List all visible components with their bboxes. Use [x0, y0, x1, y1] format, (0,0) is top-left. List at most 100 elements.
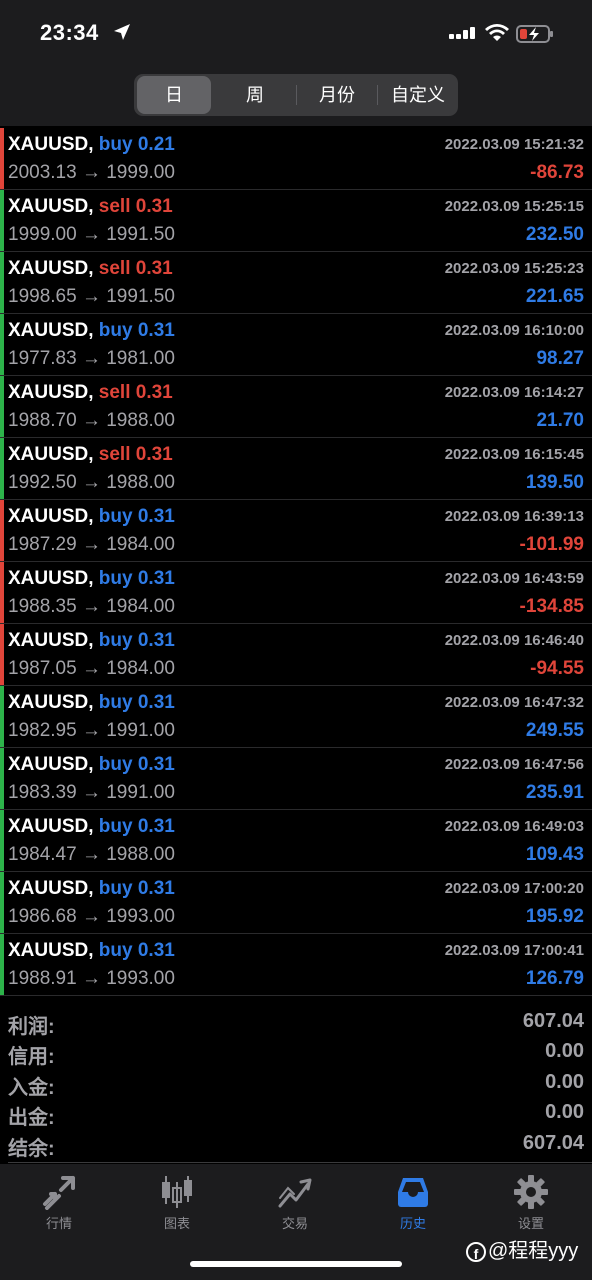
trade-prices: 1988.91 → 1993.00: [8, 968, 175, 989]
trade-result-bar: [0, 314, 4, 375]
trade-symbol-line: XAUUSD, buy 0.21: [8, 134, 175, 156]
trade-prices: 1992.50 → 1988.00: [8, 472, 175, 493]
trade-result-bar: [0, 562, 4, 623]
trade-row[interactable]: XAUUSD, buy 0.31 2022.03.09 16:10:00 1977.…: [0, 314, 592, 376]
weibo-logo-icon: f: [466, 1241, 486, 1262]
trade-symbol-line: XAUUSD, sell 0.31: [8, 196, 173, 218]
watermark-text: @程程yyy: [488, 1240, 579, 1262]
tab-quotes[interactable]: 行情: [0, 1164, 118, 1234]
trade-datetime: 2022.03.09 16:43:59: [444, 570, 584, 587]
trade-datetime: 2022.03.09 16:39:13: [444, 508, 584, 525]
trade-symbol-line: XAUUSD, buy 0.31: [8, 692, 175, 714]
trade-row[interactable]: XAUUSD, sell 0.31 2022.03.09 16:15:45 1992…: [0, 438, 592, 500]
trade-profit: -101.99: [519, 534, 584, 555]
trade-side-volume: buy 0.31: [98, 754, 175, 775]
trade-symbol: XAUUSD,: [8, 134, 94, 155]
tab-chart-label: 图表: [163, 1216, 190, 1231]
home-indicator: [190, 1261, 402, 1267]
trade-datetime: 2022.03.09 16:14:27: [444, 384, 584, 401]
trade-side-volume: buy 0.31: [98, 878, 175, 899]
summary-value: 0.00: [545, 1040, 584, 1063]
trade-result-bar: [0, 810, 4, 871]
trade-history-list: XAUUSD, buy 0.21 2022.03.09 15:21:32 2003.…: [0, 128, 592, 996]
trade-row[interactable]: XAUUSD, sell 0.31 2022.03.09 15:25:23 1998…: [0, 252, 592, 314]
trade-symbol: XAUUSD,: [8, 692, 94, 713]
tab-chart[interactable]: 图表: [118, 1164, 236, 1234]
trade-prices: 1998.65 → 1991.50: [8, 286, 175, 307]
trade-side-volume: buy 0.31: [98, 630, 175, 651]
wifi-icon: [485, 24, 509, 41]
segment-custom[interactable]: 自定义: [378, 74, 458, 116]
trade-symbol-line: XAUUSD, buy 0.31: [8, 878, 175, 900]
summary-label: 入金:: [8, 1076, 55, 1099]
trade-side-volume: buy 0.31: [98, 692, 175, 713]
summary-label: 信用:: [8, 1046, 55, 1069]
trade-symbol: XAUUSD,: [8, 630, 94, 651]
trade-prices: 1988.35 → 1984.00: [8, 596, 175, 617]
trade-symbol: XAUUSD,: [8, 940, 94, 961]
tab-trade[interactable]: 交易: [236, 1164, 354, 1234]
trade-result-bar: [0, 252, 4, 313]
trade-row[interactable]: XAUUSD, buy 0.31 2022.03.09 16:43:59 1988.…: [0, 562, 592, 624]
trade-row[interactable]: XAUUSD, buy 0.31 2022.03.09 16:47:32 1982.…: [0, 686, 592, 748]
trade-side-volume: buy 0.31: [98, 940, 175, 961]
trade-datetime: 2022.03.09 16:47:56: [444, 756, 584, 773]
trade-prices: 1986.68 → 1993.00: [8, 906, 175, 927]
trade-result-bar: [0, 500, 4, 561]
trade-profit: 195.92: [525, 906, 584, 927]
trade-row[interactable]: XAUUSD, buy 0.31 2022.03.09 16:39:13 1987.…: [0, 500, 592, 562]
trade-profit: 109.43: [525, 844, 584, 865]
trade-row[interactable]: XAUUSD, sell 0.31 2022.03.09 16:14:27 1988…: [0, 376, 592, 438]
trade-profit: 98.27: [536, 348, 584, 369]
tab-settings[interactable]: 设置: [472, 1164, 590, 1234]
trade-datetime: 2022.03.09 16:46:40: [444, 632, 584, 649]
status-bar: 23:34: [0, 0, 592, 66]
trade-side-volume: buy 0.31: [98, 506, 175, 527]
trade-symbol-line: XAUUSD, sell 0.31: [8, 444, 173, 466]
account-summary: 利润: 607.04 信用: 0.00 入金: 0.00 出金: 0.00 结余: 607.04: [0, 1008, 592, 1160]
period-header: 日 周 月份 自定义: [0, 66, 592, 126]
trade-prices: 1988.70 → 1988.00: [8, 410, 175, 431]
segment-day[interactable]: 日: [137, 76, 211, 114]
trade-symbol-line: XAUUSD, buy 0.31: [8, 630, 175, 652]
location-arrow-icon: [114, 24, 130, 40]
tab-history[interactable]: 历史: [354, 1164, 472, 1234]
trade-symbol: XAUUSD,: [8, 382, 94, 403]
trade-side-volume: sell 0.31: [98, 196, 173, 217]
period-segmented-control: 日 周 月份 自定义: [134, 74, 458, 116]
trade-profit: 126.79: [525, 968, 584, 989]
trade-prices: 1984.47 → 1988.00: [8, 844, 175, 865]
tab-history-label: 历史: [399, 1216, 426, 1231]
trade-prices: 1982.95 → 1991.00: [8, 720, 175, 741]
tab-settings-label: 设置: [517, 1216, 544, 1231]
trade-row[interactable]: XAUUSD, buy 0.31 2022.03.09 16:46:40 1987.…: [0, 624, 592, 686]
summary-value: 607.04: [522, 1010, 584, 1032]
trade-symbol-line: XAUUSD, sell 0.31: [8, 382, 173, 404]
trade-row[interactable]: XAUUSD, buy 0.21 2022.03.09 15:21:32 2003.…: [0, 128, 592, 190]
trade-side-volume: buy 0.31: [98, 320, 175, 341]
trade-row[interactable]: XAUUSD, buy 0.31 2022.03.09 16:47:56 1983.…: [0, 748, 592, 810]
trade-prices: 1977.83 → 1981.00: [8, 348, 175, 369]
segment-month[interactable]: 月份: [297, 74, 377, 116]
trade-profit: 232.50: [525, 224, 584, 245]
trade-symbol: XAUUSD,: [8, 196, 94, 217]
trade-row[interactable]: XAUUSD, buy 0.31 2022.03.09 17:00:41 1988.…: [0, 934, 592, 996]
summary-row: 结余: 607.04: [0, 1130, 592, 1160]
trade-symbol: XAUUSD,: [8, 568, 94, 589]
trade-side-volume: buy 0.21: [98, 134, 175, 155]
summary-row: 出金: 0.00: [0, 1099, 592, 1129]
segment-week[interactable]: 周: [216, 74, 294, 116]
trade-row[interactable]: XAUUSD, buy 0.31 2022.03.09 16:49:03 1984.…: [0, 810, 592, 872]
summary-label: 出金:: [8, 1107, 55, 1130]
trade-profit: -86.73: [530, 162, 584, 183]
trade-symbol-line: XAUUSD, buy 0.31: [8, 320, 175, 342]
trade-row[interactable]: XAUUSD, buy 0.31 2022.03.09 17:00:20 1986.…: [0, 872, 592, 934]
trade-datetime: 2022.03.09 16:10:00: [444, 322, 584, 339]
tab-trade-label: 交易: [281, 1216, 308, 1231]
trade-result-bar: [0, 686, 4, 747]
trade-symbol: XAUUSD,: [8, 320, 94, 341]
trade-symbol-line: XAUUSD, sell 0.31: [8, 258, 173, 280]
trade-row[interactable]: XAUUSD, sell 0.31 2022.03.09 15:25:15 1999…: [0, 190, 592, 252]
trade-symbol: XAUUSD,: [8, 878, 94, 899]
trade-result-bar: [0, 624, 4, 685]
